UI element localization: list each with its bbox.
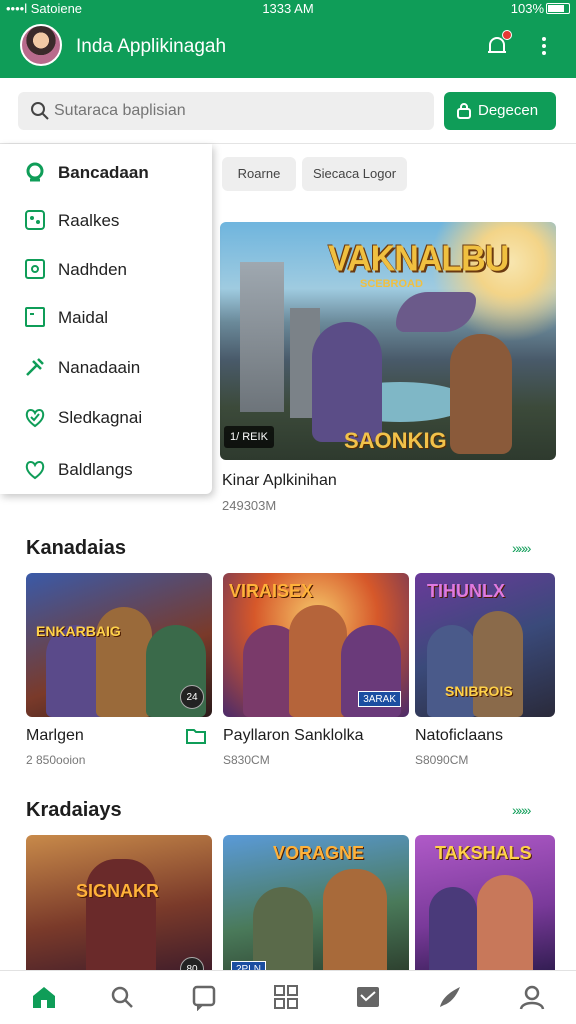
featured-app-name[interactable]: Kinar Aplkinihan	[222, 472, 337, 490]
menu-item-label: Nanadaain	[58, 358, 141, 377]
home-icon[interactable]	[30, 983, 58, 1011]
app-card[interactable]: VIRAISEX 3ARAK	[223, 573, 409, 717]
app-card[interactable]: ENKARBAIG 24	[26, 573, 212, 717]
age-badge: 24	[180, 685, 204, 709]
shield-heart-icon	[25, 409, 45, 428]
card-art-title: TAKSHALS	[435, 843, 532, 863]
tools-icon	[26, 358, 44, 376]
featured-app-size: 249303M	[222, 498, 277, 513]
folder-icon[interactable]	[186, 728, 206, 744]
card-app-size: S830CM	[223, 753, 270, 767]
app-card[interactable]: VORAGNE 2PLN	[223, 835, 409, 979]
app-card[interactable]: TAKSHALS	[415, 835, 555, 979]
filter-chip[interactable]: Roarne	[222, 157, 296, 191]
card-art-title: SIGNAKR	[76, 881, 160, 901]
page-title: Inda Applikinagah	[76, 36, 227, 57]
more-options-icon[interactable]	[532, 34, 556, 60]
category-menu: Bancadaan Raalkes Nadhden Maidal Nanadaa…	[0, 144, 212, 494]
menu-item-baldlangs[interactable]: Baldlangs	[0, 447, 212, 491]
menu-item-maidal[interactable]: Maidal	[0, 295, 212, 339]
search-icon[interactable]	[108, 983, 136, 1011]
card-art-title: ENKARBAIG	[36, 623, 121, 639]
see-more-link[interactable]: »»»	[512, 540, 531, 556]
castle-tower	[240, 262, 284, 412]
search-icon	[31, 102, 49, 120]
card-app-name[interactable]: Marlgen	[26, 727, 84, 745]
game-logo: VAKNALBU	[328, 239, 509, 279]
download-button-label: Degecen	[478, 102, 539, 119]
rating-badge: 3ARAK	[358, 691, 401, 707]
clock-label: 1333 AM	[262, 1, 314, 16]
game-logo-sub: SCEBROAD	[360, 278, 423, 290]
tag-icon	[25, 259, 45, 279]
chat-icon[interactable]	[190, 983, 218, 1011]
section-title: Kanadaias	[26, 537, 127, 559]
menu-item-label: Raalkes	[58, 211, 120, 230]
card-art-subtitle: SNIBROIS	[445, 683, 513, 699]
status-bar: ••••l Satoiene 1333 AM 103%	[0, 0, 576, 18]
card-art-title: TIHUNLX	[427, 581, 505, 601]
menu-item-nadhden[interactable]: Nadhden	[0, 247, 212, 291]
card-app-size: S8090CM	[415, 753, 469, 767]
grid-icon	[25, 210, 45, 230]
apps-icon[interactable]	[272, 983, 300, 1011]
menu-item-sledkagnai[interactable]: Sledkagnai	[0, 395, 212, 439]
search-icon	[26, 162, 44, 182]
hero-figure	[312, 322, 382, 442]
battery-percent: 103%	[510, 1, 544, 16]
see-more-link[interactable]: »»»	[512, 802, 531, 818]
search-input[interactable]	[54, 97, 424, 125]
menu-item-label: Baldlangs	[58, 460, 133, 479]
notification-bell-icon[interactable]	[484, 30, 512, 59]
app-header: ••••l Satoiene 1333 AM 103% Inda Appliki…	[0, 0, 576, 78]
bottom-navigation	[0, 970, 576, 1024]
battery-status: 103%	[511, 1, 570, 16]
square-icon	[25, 307, 45, 327]
game-brand: SAONKIG	[344, 428, 447, 453]
heart-icon	[25, 461, 45, 480]
brush-icon[interactable]	[436, 983, 464, 1011]
featured-tag: 1/ REIK	[224, 426, 274, 448]
card-art-title: VORAGNE	[273, 843, 365, 863]
battery-icon	[546, 3, 570, 14]
menu-item-raalkes[interactable]: Raalkes	[0, 198, 212, 242]
hero-figure	[450, 334, 512, 454]
menu-item-label: Nadhden	[58, 260, 128, 279]
menu-item-nanadaain[interactable]: Nanadaain	[0, 345, 212, 389]
card-app-name[interactable]: Natoficlaans	[415, 727, 503, 745]
menu-item-label: Maidal	[58, 308, 109, 327]
search-bar	[18, 92, 434, 130]
menu-item-bancadaan[interactable]: Bancadaan	[0, 150, 212, 194]
menu-item-label: Sledkagnai	[58, 408, 143, 427]
notification-dot	[502, 30, 512, 40]
menu-item-label: Bancadaan	[58, 163, 149, 182]
app-card[interactable]: TIHUNLX SNIBROIS	[415, 573, 555, 717]
mail-icon[interactable]	[354, 983, 382, 1011]
lock-icon	[457, 103, 471, 119]
section-title: Kradaiays	[26, 799, 122, 821]
download-button[interactable]: Degecen	[444, 92, 556, 130]
app-card[interactable]: SIGNAKR 80	[26, 835, 212, 979]
card-app-name[interactable]: Payllaron Sanklolka	[223, 727, 364, 745]
featured-banner[interactable]: VAKNALBU SCEBROAD SAONKIG 1/ REIK	[220, 222, 556, 460]
profile-icon[interactable]	[518, 983, 546, 1011]
filter-chip[interactable]: Siecaca Logor	[302, 157, 407, 191]
card-art-title: VIRAISEX	[229, 581, 314, 601]
avatar[interactable]	[20, 24, 62, 66]
card-app-size: 2 850ooion	[26, 753, 86, 767]
